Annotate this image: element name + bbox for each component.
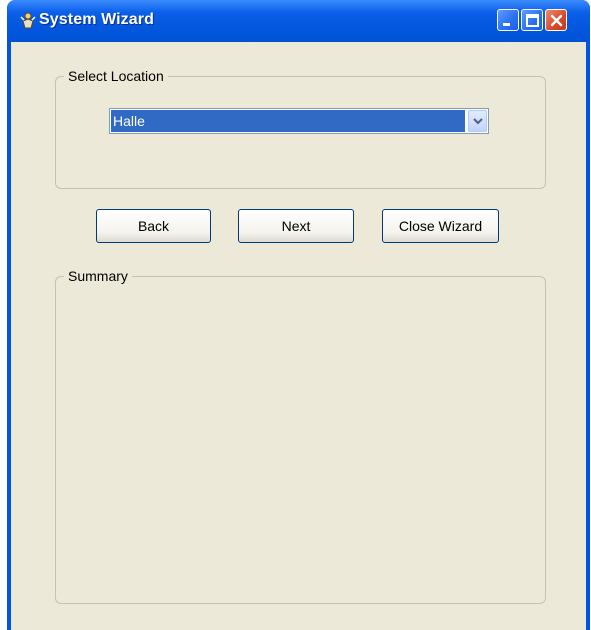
location-selected-value: Halle [111,110,465,132]
title-bar[interactable]: System Wizard [7,0,590,42]
summary-group: Summary [55,267,546,604]
summary-label: Summary [64,267,132,285]
minimize-icon [503,23,510,26]
close-wizard-button[interactable]: Close Wizard [382,209,499,243]
location-dropdown[interactable]: Halle [109,108,489,134]
chevron-down-icon [473,118,483,125]
minimize-button[interactable] [497,9,519,31]
close-window-button[interactable] [545,9,567,31]
select-location-label: Select Location [64,67,168,85]
back-button[interactable]: Back [96,209,211,243]
window-title: System Wizard [39,11,154,28]
dropdown-arrow-button[interactable] [468,110,487,132]
wizard-client-area: Select Location Halle Back Next Close Wi… [11,42,586,630]
select-location-group: Select Location Halle [55,67,546,189]
next-button[interactable]: Next [238,209,354,243]
maximize-button[interactable] [521,9,543,31]
wizard-window: System Wizard Select Location Halle Back… [7,0,590,630]
close-icon [550,14,563,27]
app-icon [20,11,36,29]
maximize-icon [526,14,539,27]
